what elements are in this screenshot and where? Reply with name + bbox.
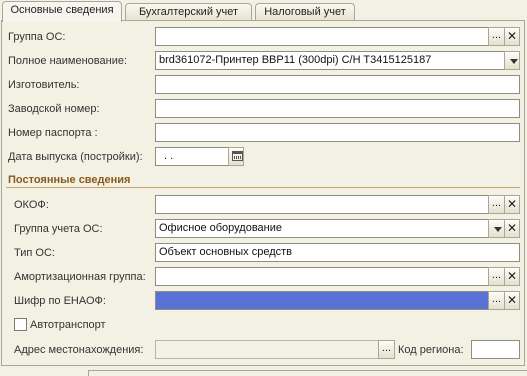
zavodskoy-nomer-field[interactable]: [155, 99, 520, 118]
shifr-enaof-clear-button[interactable]: ✕: [504, 291, 520, 310]
amort-gruppa-label: Амортизационная группа:: [14, 271, 146, 283]
shifr-enaof-field[interactable]: [155, 291, 489, 310]
section-divider: [6, 187, 520, 188]
close-icon: ✕: [506, 293, 518, 307]
okof-field[interactable]: [155, 195, 489, 214]
section-title: Постоянные сведения: [8, 174, 131, 186]
amort-gruppa-clear-button[interactable]: ✕: [504, 267, 520, 286]
data-vypuska-field[interactable]: . .: [155, 147, 229, 166]
amort-gruppa-select-button[interactable]: ...: [488, 267, 505, 286]
adres-field[interactable]: [155, 340, 379, 359]
gruppa-os-select-button[interactable]: ...: [488, 27, 505, 46]
adres-select-button[interactable]: ...: [378, 340, 395, 359]
gruppa-ucheta-dropdown-button[interactable]: [488, 219, 505, 238]
close-icon: ✕: [506, 29, 518, 43]
okof-clear-button[interactable]: ✕: [504, 195, 520, 214]
okof-label: ОКОФ:: [14, 199, 49, 211]
gruppa-os-field[interactable]: [155, 27, 489, 46]
shifr-enaof-select-button[interactable]: ...: [488, 291, 505, 310]
close-icon: ✕: [506, 221, 518, 235]
close-icon: ✕: [506, 197, 518, 211]
izgotovitel-label: Изготовитель:: [8, 79, 80, 91]
adres-label: Адрес местонахождения:: [14, 344, 144, 356]
gruppa-os-clear-button[interactable]: ✕: [504, 27, 520, 46]
kod-regiona-label: Код региона:: [398, 344, 464, 356]
gruppa-ucheta-clear-button[interactable]: ✕: [504, 219, 520, 238]
amort-gruppa-field[interactable]: [155, 267, 489, 286]
okof-select-button[interactable]: ...: [488, 195, 505, 214]
polnoe-naimenovanie-dropdown-button[interactable]: [504, 51, 520, 70]
date-picker-button[interactable]: [228, 147, 244, 166]
avtotransport-label: Автотранспорт: [30, 319, 106, 331]
polnoe-naimenovanie-field[interactable]: brd361072-Принтер BBP11 (300dpi) C/H T34…: [155, 51, 506, 70]
shifr-enaof-label: Шифр по ЕНАОФ:: [14, 295, 106, 307]
zavodskoy-nomer-label: Заводской номер:: [8, 103, 100, 115]
gruppa-os-label: Группа ОС:: [8, 31, 66, 43]
gruppa-ucheta-label: Группа учета ОС:: [14, 223, 103, 235]
polnoe-naimenovanie-label: Полное наименование:: [8, 55, 128, 67]
calendar-icon: [232, 151, 243, 161]
nomer-pasporta-field[interactable]: [155, 123, 520, 142]
nomer-pasporta-label: Номер паспорта :: [8, 127, 98, 139]
avtotransport-checkbox[interactable]: [14, 318, 27, 331]
data-vypuska-label: Дата выпуска (постройки):: [8, 151, 143, 163]
kod-regiona-field[interactable]: [471, 340, 520, 359]
tip-os-label: Тип ОС:: [14, 247, 55, 259]
gruppa-ucheta-field[interactable]: Офисное оборудование: [155, 219, 489, 238]
izgotovitel-field[interactable]: [155, 75, 520, 94]
tip-os-field[interactable]: Объект основных средств: [155, 243, 520, 262]
close-icon: ✕: [506, 269, 518, 283]
